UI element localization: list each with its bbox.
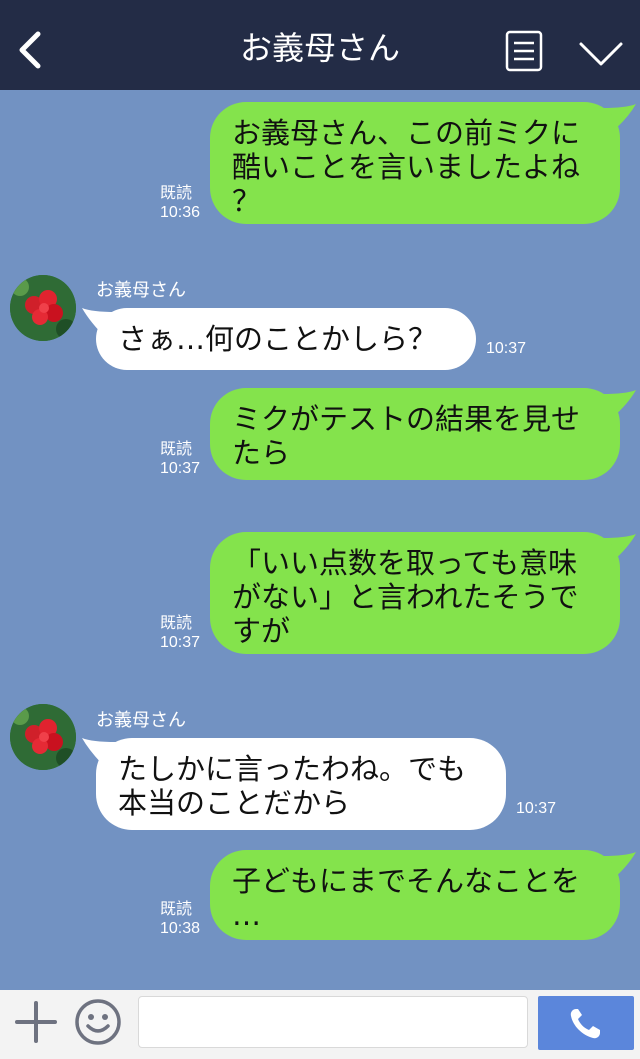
phone-icon: [570, 1009, 600, 1039]
read-receipt: 既読 10:37: [160, 441, 201, 477]
emoji-icon[interactable]: [74, 998, 122, 1046]
outgoing-message-bubble[interactable]: ミクがテストの結果を見せ たら: [210, 388, 620, 480]
message-input-bar: [0, 990, 640, 1059]
contact-avatar[interactable]: [10, 275, 76, 341]
chat-header: お義母さん: [0, 0, 640, 90]
sender-name: お義母さん: [96, 280, 186, 301]
message-input[interactable]: [138, 996, 528, 1048]
message-time: 10:37: [516, 800, 557, 817]
chat-message-list[interactable]: 既読 10:36 お義母さん、この前ミクに 酷いことを言いましたよね ？ お義母…: [0, 90, 640, 990]
plus-icon[interactable]: [14, 1000, 58, 1044]
contact-avatar[interactable]: [10, 704, 76, 770]
read-receipt: 既読 10:36: [160, 185, 201, 221]
sender-name: お義母さん: [96, 710, 186, 731]
read-receipt: 既読 10:37: [160, 615, 201, 651]
collapse-chevron-icon[interactable]: [578, 40, 624, 68]
call-button[interactable]: [538, 996, 634, 1050]
message-time: 10:37: [486, 340, 527, 357]
outgoing-message-bubble[interactable]: 子どもにまでそんなことを …: [210, 850, 620, 940]
incoming-message-bubble[interactable]: たしかに言ったわね。でも 本当のことだから: [96, 738, 506, 830]
read-receipt: 既読 10:38: [160, 901, 201, 937]
menu-list-icon[interactable]: [505, 30, 543, 72]
outgoing-message-bubble[interactable]: お義母さん、この前ミクに 酷いことを言いましたよね ？: [210, 102, 620, 224]
chat-title: お義母さん: [239, 29, 400, 67]
incoming-message-bubble[interactable]: さぁ…何のことかしら？: [96, 308, 476, 370]
outgoing-message-bubble[interactable]: 「いい点数を取っても意味 がない」と言われたそうで すが: [210, 532, 620, 654]
